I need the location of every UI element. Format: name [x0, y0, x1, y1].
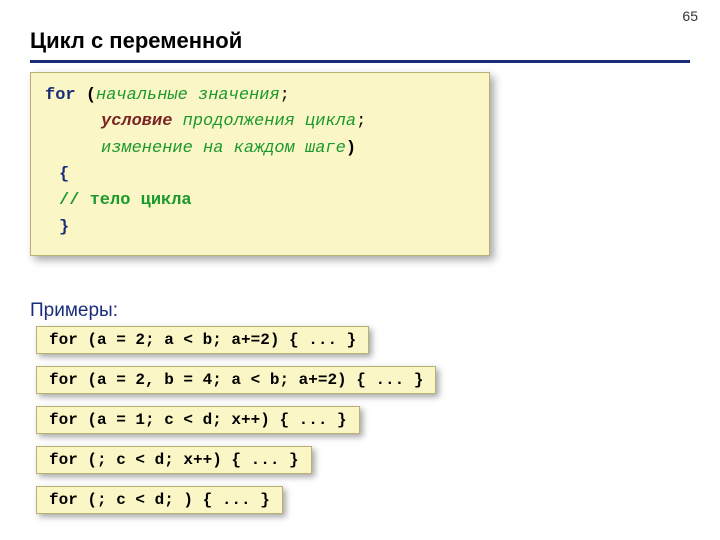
syntax-line-2: условие продолжения цикла; [45, 109, 475, 135]
example-row: for (; c < d; x++) { ... } [36, 446, 312, 474]
syntax-line-3: изменение на каждом шаге) [45, 136, 475, 162]
arg-init: начальные значения [96, 86, 280, 105]
arg-cond-rest: продолжения цикла [172, 112, 356, 131]
keyword-for: for [45, 86, 76, 105]
semi-2: ; [356, 112, 366, 131]
brace-close: } [45, 215, 475, 241]
syntax-box: for (начальные значения; условие продолж… [30, 72, 490, 256]
close-paren: ) [346, 139, 356, 158]
brace-open: { [45, 162, 475, 188]
title-underline [30, 60, 690, 63]
semi-1: ; [280, 86, 290, 105]
page-title: Цикл с переменной [30, 28, 242, 54]
example-row: for (; c < d; ) { ... } [36, 486, 283, 514]
example-row: for (a = 1; c < d; x++) { ... } [36, 406, 360, 434]
example-row: for (a = 2; a < b; a+=2) { ... } [36, 326, 369, 354]
arg-cond-strong: условие [101, 112, 172, 131]
syntax-line-1: for (начальные значения; [45, 83, 475, 109]
examples-heading: Примеры: [30, 300, 118, 322]
example-row: for (a = 2, b = 4; a < b; a+=2) { ... } [36, 366, 436, 394]
open-paren: ( [86, 86, 96, 105]
page-number: 65 [682, 8, 698, 24]
body-comment: // тело цикла [45, 188, 475, 214]
arg-step: изменение на каждом шаге [101, 139, 346, 158]
